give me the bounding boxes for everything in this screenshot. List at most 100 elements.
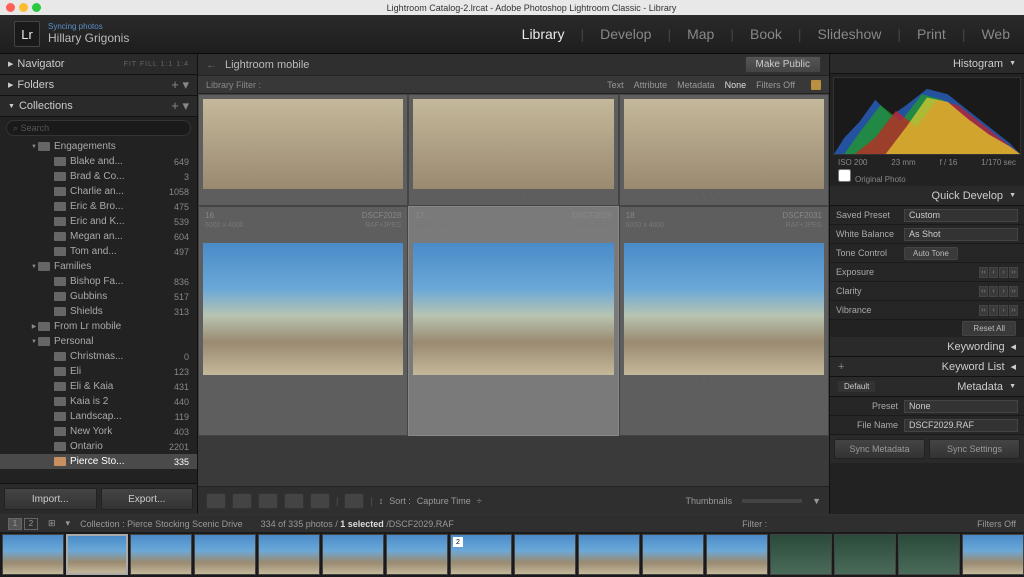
collection-item[interactable]: ▼Families xyxy=(0,259,197,274)
filmstrip-thumb[interactable] xyxy=(642,534,704,575)
plus-icon[interactable]: + ▾ xyxy=(171,98,189,114)
filters-off[interactable]: Filters Off xyxy=(756,80,795,90)
collection-item[interactable]: ▼Engagements xyxy=(0,139,197,154)
collection-item[interactable]: Gubbins517 xyxy=(0,289,197,304)
filter-attribute[interactable]: Attribute xyxy=(634,80,668,90)
collection-item[interactable]: Eli123 xyxy=(0,364,197,379)
metadata-preset[interactable]: None xyxy=(904,400,1018,413)
export-button[interactable]: Export... xyxy=(101,488,194,510)
grid-cell[interactable]: · · · · · · xyxy=(408,94,618,206)
search-input[interactable]: ⌕ Search xyxy=(6,120,191,136)
file-name-field[interactable]: DSCF2029.RAF xyxy=(904,419,1018,432)
module-web[interactable]: Web xyxy=(981,26,1010,42)
secondary-display[interactable]: 1 2 xyxy=(8,518,38,530)
collections-header[interactable]: ▼ Collections + ▾ xyxy=(0,96,197,117)
filmstrip-thumb[interactable] xyxy=(258,534,320,575)
collection-item[interactable]: Tom and...497 xyxy=(0,244,197,259)
collection-item[interactable]: Charlie an...1058 xyxy=(0,184,197,199)
collection-item[interactable]: Megan an...604 xyxy=(0,229,197,244)
survey-view-icon[interactable] xyxy=(284,493,304,509)
grid-cell[interactable]: 17DSCF20295666 x 3778RAF+JPEG· · · · · · xyxy=(408,206,618,436)
histogram-header[interactable]: Histogram▼ xyxy=(830,54,1024,74)
grid-cell[interactable]: · · · · · · xyxy=(198,94,408,206)
reset-all-button[interactable]: Reset All xyxy=(962,321,1016,336)
make-public-button[interactable]: Make Public xyxy=(745,56,821,73)
grid-icon[interactable]: ⊞ xyxy=(48,518,56,529)
grid-cell[interactable]: 18DSCF20316000 x 4000RAF+JPEG· · · · · · xyxy=(619,206,829,436)
filmstrip-thumb[interactable] xyxy=(514,534,576,575)
module-print[interactable]: Print xyxy=(917,26,946,42)
module-develop[interactable]: Develop xyxy=(600,26,651,42)
collection-item[interactable]: ▼Personal xyxy=(0,334,197,349)
keyword-list-header[interactable]: +Keyword List◀ xyxy=(830,357,1024,377)
filmstrip-thumb[interactable] xyxy=(706,534,768,575)
filter-metadata[interactable]: Metadata xyxy=(677,80,715,90)
filmstrip-thumb[interactable] xyxy=(322,534,384,575)
collection-item[interactable]: Eric and K...539 xyxy=(0,214,197,229)
filmstrip-thumb[interactable] xyxy=(834,534,896,575)
collection-item[interactable]: Eli & Kaia431 xyxy=(0,379,197,394)
collection-item[interactable]: New York403 xyxy=(0,424,197,439)
filmstrip-thumb[interactable] xyxy=(66,534,128,575)
back-icon[interactable]: ← xyxy=(206,59,217,71)
collection-item[interactable]: Ontario2201 xyxy=(0,439,197,454)
grid-cell[interactable]: 16DSCF20286000 x 4000RAF+JPEG· · · · · · xyxy=(198,206,408,436)
import-button[interactable]: Import... xyxy=(4,488,97,510)
preset-select[interactable]: Custom xyxy=(904,209,1018,222)
quick-develop-header[interactable]: Quick Develop▼ xyxy=(830,186,1024,206)
keywording-header[interactable]: Keywording◀ xyxy=(830,337,1024,357)
identity-plate[interactable]: Lr Syncing photos Hillary Grigonis xyxy=(14,21,129,47)
sort-value[interactable]: Capture Time xyxy=(417,496,471,506)
filmstrip-thumb[interactable]: 2 xyxy=(450,534,512,575)
compare-view-icon[interactable] xyxy=(258,493,278,509)
thumbnail-size[interactable]: Thumbnails xyxy=(686,496,733,506)
filmstrip-thumb[interactable] xyxy=(898,534,960,575)
collection-item[interactable]: Blake and...649 xyxy=(0,154,197,169)
sync-settings-button[interactable]: Sync Settings xyxy=(929,439,1020,459)
filmstrip-thumb[interactable] xyxy=(2,534,64,575)
collection-item[interactable]: Eric & Bro...475 xyxy=(0,199,197,214)
histogram[interactable] xyxy=(833,77,1021,155)
navigator-header[interactable]: ▶ Navigator FIT FILL 1:1 1:4 xyxy=(0,54,197,75)
filter-none[interactable]: None xyxy=(725,80,747,90)
module-slideshow[interactable]: Slideshow xyxy=(818,26,882,42)
collection-item[interactable]: ▶From Lr mobile xyxy=(0,319,197,334)
grid-view-icon[interactable] xyxy=(206,493,226,509)
breadcrumb-path[interactable]: Lightroom mobile xyxy=(225,59,309,71)
sync-metadata-button[interactable]: Sync Metadata xyxy=(834,439,925,459)
filmstrip-thumb[interactable] xyxy=(194,534,256,575)
module-library[interactable]: Library xyxy=(522,26,565,42)
people-view-icon[interactable] xyxy=(310,493,330,509)
painter-icon[interactable] xyxy=(344,493,364,509)
module-book[interactable]: Book xyxy=(750,26,782,42)
grid-cell[interactable]: · · · · · · xyxy=(619,94,829,206)
filmstrip-thumb[interactable] xyxy=(578,534,640,575)
filmstrip-thumb[interactable] xyxy=(386,534,448,575)
filter-text[interactable]: Text xyxy=(607,80,624,90)
auto-tone-button[interactable]: Auto Tone xyxy=(904,247,958,260)
collection-item[interactable]: Christmas...0 xyxy=(0,349,197,364)
collection-item[interactable]: Brad & Co...3 xyxy=(0,169,197,184)
wb-select[interactable]: As Shot xyxy=(904,228,1018,241)
collection-item[interactable]: Pierce Sto...335 xyxy=(0,454,197,469)
plus-icon[interactable]: + ▾ xyxy=(171,77,189,93)
folders-header[interactable]: ▶ Folders + ▾ xyxy=(0,75,197,96)
filters-off-label[interactable]: Filters Off xyxy=(977,519,1016,529)
original-photo-check[interactable]: Original Photo xyxy=(830,167,1024,186)
module-map[interactable]: Map xyxy=(687,26,714,42)
sort-direction-icon[interactable]: ↕ xyxy=(379,496,384,506)
close-icon[interactable] xyxy=(6,3,15,12)
stepper[interactable]: ‹‹ xyxy=(979,267,988,278)
filmstrip-thumb[interactable] xyxy=(962,534,1024,575)
collection-item[interactable]: Shields313 xyxy=(0,304,197,319)
metadata-header[interactable]: DefaultMetadata▼ xyxy=(830,377,1024,397)
minimize-icon[interactable] xyxy=(19,3,28,12)
collection-item[interactable]: Kaia is 2440 xyxy=(0,394,197,409)
collection-item[interactable]: Landscap...119 xyxy=(0,409,197,424)
collection-item[interactable]: Bishop Fa...836 xyxy=(0,274,197,289)
maximize-icon[interactable] xyxy=(32,3,41,12)
filmstrip-thumb[interactable] xyxy=(130,534,192,575)
filmstrip-thumb[interactable] xyxy=(770,534,832,575)
loupe-view-icon[interactable] xyxy=(232,493,252,509)
lock-icon[interactable] xyxy=(811,80,821,90)
